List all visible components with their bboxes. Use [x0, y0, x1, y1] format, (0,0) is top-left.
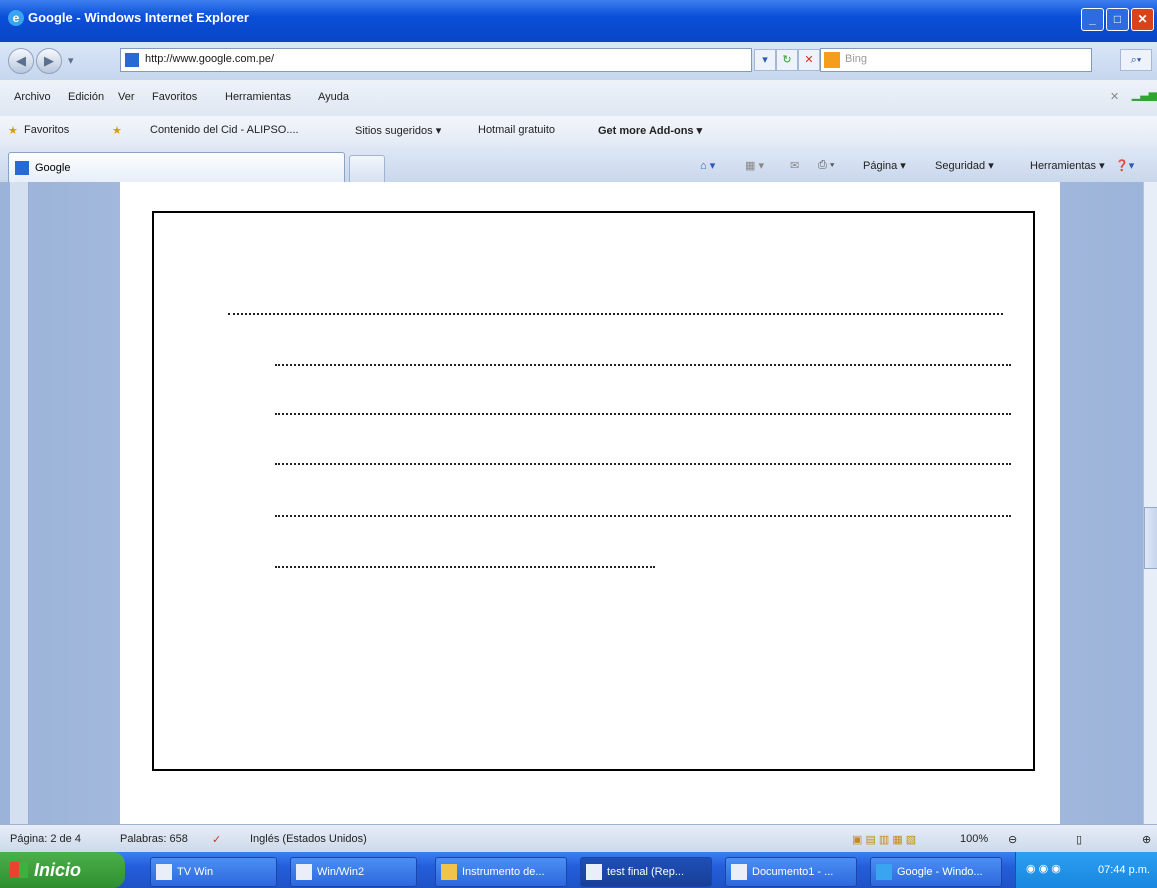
vertical-ruler [10, 182, 29, 824]
minimize-button[interactable]: _ [1081, 8, 1104, 31]
fav-link-hotmail[interactable]: Hotmail gratuito [478, 124, 555, 136]
zoom-slider[interactable]: ▯ [1076, 833, 1082, 846]
zoom-level[interactable]: 100% [960, 833, 988, 845]
home-icon[interactable]: ⌂ ▾ [700, 159, 715, 172]
forward-button[interactable]: ▶ [36, 48, 62, 74]
tab-label: Google [35, 162, 71, 174]
favorites-star-icon: ★ [8, 125, 18, 137]
add-favorite-icon[interactable]: ★ [112, 124, 122, 137]
maximize-button[interactable]: □ [1106, 8, 1129, 31]
address-url: http://www.google.com.pe/ [145, 53, 275, 65]
zoom-in-icon[interactable]: ⊕ [1142, 833, 1151, 846]
view-buttons-icon[interactable]: ▣ ▤ ▥ ▦ ▧ [852, 833, 916, 846]
menu-bar: Archivo Edición Ver Favoritos Herramient… [0, 80, 1157, 117]
security-menu[interactable]: Seguridad ▾ [935, 159, 994, 172]
windows-flag-icon [10, 862, 28, 878]
fav-link-contenido[interactable]: Contenido del Cid - ALIPSO.... [150, 124, 299, 136]
task-winwin2[interactable]: Win/Win2 [290, 857, 417, 887]
bing-icon [824, 52, 840, 68]
menu-favoritos[interactable]: Favoritos [152, 91, 197, 103]
feeds-icon[interactable]: ▦ ▾ [745, 159, 764, 172]
page-menu[interactable]: Página ▾ [863, 159, 906, 172]
dotted-line [275, 364, 1011, 366]
new-tab-button[interactable] [349, 155, 385, 183]
task-tvwin[interactable]: TV Win [150, 857, 277, 887]
word-icon [586, 864, 602, 880]
task-label: Win/Win2 [317, 866, 365, 878]
start-button[interactable]: Inicio [0, 852, 125, 888]
menu-edicion[interactable]: Edición [68, 91, 104, 103]
page-border-frame [152, 211, 1035, 771]
search-button[interactable]: ⌕▾ [1120, 49, 1152, 71]
site-favicon-icon [125, 53, 139, 67]
language-label[interactable]: Inglés (Estados Unidos) [250, 833, 367, 845]
menu-ver[interactable]: Ver [118, 91, 135, 103]
signal-icon: ▁▃▅ [1132, 89, 1157, 101]
favorites-bar: ★ Favoritos ★ Contenido del Cid - ALIPSO… [0, 116, 1157, 146]
vertical-scrollbar[interactable] [1143, 182, 1157, 824]
spelling-icon[interactable]: ✓ [212, 833, 221, 846]
close-button[interactable]: ✕ [1131, 8, 1154, 31]
ie-icon [876, 864, 892, 880]
tab-favicon-icon [15, 161, 29, 175]
status-bar: Página: 2 de 4 Palabras: 658 ✓ Inglés (E… [0, 824, 1157, 853]
help-icon[interactable]: ❓▾ [1115, 159, 1134, 172]
mail-icon[interactable]: ✉ [790, 159, 799, 172]
dotted-line [275, 413, 1011, 415]
address-toolbar: ◀ ▶ ▾ http://www.google.com.pe/ ▾ ↻ ✕ Bi… [0, 42, 1157, 80]
fav-link-addons[interactable]: Get more Add-ons ▾ [598, 124, 702, 137]
task-label: Instrumento de... [462, 866, 545, 878]
system-tray: ◉ ◉ ◉ 07:44 p.m. [1015, 852, 1157, 888]
clock: 07:44 p.m. [1098, 864, 1150, 876]
scrollbar-thumb[interactable] [1144, 507, 1157, 569]
window-title: Google - Windows Internet Explorer [28, 10, 249, 25]
task-test-final[interactable]: test final (Rep... [580, 857, 712, 887]
dotted-line [275, 566, 655, 568]
zoom-out-icon[interactable]: ⊖ [1008, 833, 1017, 846]
menu-archivo[interactable]: Archivo [14, 91, 51, 103]
tools-menu[interactable]: Herramientas ▾ [1030, 159, 1105, 172]
start-label: Inicio [34, 860, 82, 880]
menu-ayuda[interactable]: Ayuda [318, 91, 349, 103]
menu-herramientas[interactable]: Herramientas [225, 91, 291, 103]
refresh-button[interactable]: ↻ [776, 49, 798, 71]
favorites-button[interactable]: Favoritos [24, 124, 69, 136]
tab-bar: Google ⌂ ▾ ▦ ▾ ✉ ⎙ ▾ Página ▾ Seguridad … [0, 146, 1157, 183]
dotted-line [275, 515, 1011, 517]
task-google-ie[interactable]: Google - Windo... [870, 857, 1002, 887]
tray-icons[interactable]: ◉ ◉ ◉ [1026, 862, 1061, 875]
back-button[interactable]: ◀ [8, 48, 34, 74]
dotted-line [275, 463, 1011, 465]
stop-button[interactable]: ✕ [798, 49, 820, 71]
close-toolbar-icon[interactable]: ✕ [1110, 90, 1119, 103]
ie-logo-icon: e [8, 10, 24, 26]
address-bar[interactable]: http://www.google.com.pe/ [120, 48, 752, 72]
task-label: Google - Windo... [897, 866, 983, 878]
history-dropdown-icon[interactable]: ▾ [68, 54, 74, 67]
address-dropdown-button[interactable]: ▾ [754, 49, 776, 71]
task-documento1[interactable]: Documento1 - ... [725, 857, 857, 887]
task-icon [296, 864, 312, 880]
fav-link-sitios[interactable]: Sitios sugeridos ▾ [355, 124, 441, 137]
word-icon [731, 864, 747, 880]
task-icon [156, 864, 172, 880]
search-box[interactable]: Bing [820, 48, 1092, 72]
task-label: test final (Rep... [607, 866, 685, 878]
search-placeholder: Bing [845, 53, 868, 65]
folder-icon [441, 864, 457, 880]
tab-google[interactable]: Google [8, 152, 345, 183]
task-label: Documento1 - ... [752, 866, 834, 878]
title-bar: e Google - Windows Internet Explorer _ □… [0, 0, 1157, 42]
page-count: Página: 2 de 4 [10, 833, 81, 845]
task-instrumento[interactable]: Instrumento de... [435, 857, 567, 887]
task-label: TV Win [177, 866, 214, 878]
print-icon[interactable]: ⎙ ▾ [818, 159, 834, 172]
word-count: Palabras: 658 [120, 833, 188, 845]
dotted-line [228, 313, 1003, 315]
